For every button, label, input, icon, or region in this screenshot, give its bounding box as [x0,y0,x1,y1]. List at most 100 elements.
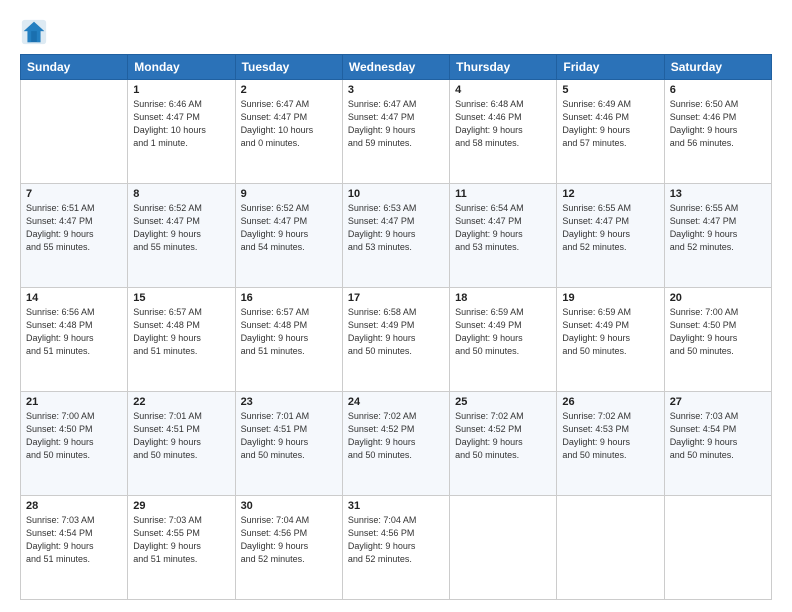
calendar-cell: 22 Sunrise: 7:01 AMSunset: 4:51 PMDayligh… [128,392,235,496]
day-info: Sunrise: 7:02 AMSunset: 4:52 PMDaylight:… [455,410,551,462]
day-info: Sunrise: 6:59 AMSunset: 4:49 PMDaylight:… [562,306,658,358]
day-number: 31 [348,500,444,512]
calendar-cell: 17Sunrise: 6:58 AMSunset: 4:49 PMDayligh… [342,288,449,392]
calendar-table: SundayMondayTuesdayWednesdayThursdayFrid… [20,54,772,600]
weekday-header-saturday: Saturday [664,55,771,80]
weekday-header-thursday: Thursday [450,55,557,80]
calendar-cell: 9Sunrise: 6:52 AMSunset: 4:47 PMDaylight… [235,184,342,288]
day-info: Sunrise: 6:59 AMSunset: 4:49 PMDaylight:… [455,306,551,358]
day-info: Sunrise: 6:57 AMSunset: 4:48 PMDaylight:… [241,306,337,358]
day-info: Sunrise: 6:52 AMSunset: 4:47 PMDaylight:… [133,202,229,254]
day-number: 6 [670,84,766,96]
day-number: 18 [455,292,551,304]
day-info: Sunrise: 6:56 AMSunset: 4:48 PMDaylight:… [26,306,122,358]
calendar-cell: 23Sunrise: 7:01 AMSunset: 4:51 PMDayligh… [235,392,342,496]
calendar-cell: 11 Sunrise: 6:54 AMSunset: 4:47 PMDayligh… [450,184,557,288]
weekday-header-tuesday: Tuesday [235,55,342,80]
calendar-cell [21,80,128,184]
day-number: 25 [455,396,551,408]
day-number: 10 [348,188,444,200]
calendar-cell: 29Sunrise: 7:03 AMSunset: 4:55 PMDayligh… [128,496,235,600]
week-row-4: 21 Sunrise: 7:00 AMSunset: 4:50 PMDayligh… [21,392,772,496]
day-info: Sunrise: 7:00 AMSunset: 4:50 PMDaylight:… [670,306,766,358]
calendar-cell: 30 Sunrise: 7:04 AMSunset: 4:56 PMDayligh… [235,496,342,600]
calendar-cell: 19 Sunrise: 6:59 AMSunset: 4:49 PMDayligh… [557,288,664,392]
calendar-cell: 3 Sunrise: 6:47 AMSunset: 4:47 PMDaylight… [342,80,449,184]
calendar-cell [557,496,664,600]
calendar-cell: 16 Sunrise: 6:57 AMSunset: 4:48 PMDayligh… [235,288,342,392]
calendar-cell: 8 Sunrise: 6:52 AMSunset: 4:47 PMDaylight… [128,184,235,288]
day-number: 1 [133,84,229,96]
day-number: 30 [241,500,337,512]
header [20,18,772,46]
calendar-cell: 5 Sunrise: 6:49 AMSunset: 4:46 PMDaylight… [557,80,664,184]
weekday-header-sunday: Sunday [21,55,128,80]
day-info: Sunrise: 6:48 AMSunset: 4:46 PMDaylight:… [455,98,551,150]
calendar-cell: 25 Sunrise: 7:02 AMSunset: 4:52 PMDayligh… [450,392,557,496]
day-number: 26 [562,396,658,408]
day-number: 21 [26,396,122,408]
day-number: 22 [133,396,229,408]
day-info: Sunrise: 6:55 AMSunset: 4:47 PMDaylight:… [670,202,766,254]
day-info: Sunrise: 7:03 AMSunset: 4:54 PMDaylight:… [26,514,122,566]
day-info: Sunrise: 6:49 AMSunset: 4:46 PMDaylight:… [562,98,658,150]
week-row-5: 28 Sunrise: 7:03 AMSunset: 4:54 PMDayligh… [21,496,772,600]
day-number: 12 [562,188,658,200]
day-info: Sunrise: 7:00 AMSunset: 4:50 PMDaylight:… [26,410,122,462]
weekday-header-wednesday: Wednesday [342,55,449,80]
day-number: 13 [670,188,766,200]
day-info: Sunrise: 7:04 AMSunset: 4:56 PMDaylight:… [241,514,337,566]
weekday-header-monday: Monday [128,55,235,80]
calendar-cell [450,496,557,600]
day-number: 17 [348,292,444,304]
week-row-3: 14 Sunrise: 6:56 AMSunset: 4:48 PMDayligh… [21,288,772,392]
calendar-cell: 4 Sunrise: 6:48 AMSunset: 4:46 PMDaylight… [450,80,557,184]
calendar-cell: 24 Sunrise: 7:02 AMSunset: 4:52 PMDayligh… [342,392,449,496]
day-info: Sunrise: 6:47 AMSunset: 4:47 PMDaylight:… [348,98,444,150]
day-number: 27 [670,396,766,408]
day-number: 7 [26,188,122,200]
calendar-cell: 27 Sunrise: 7:03 AMSunset: 4:54 PMDayligh… [664,392,771,496]
day-number: 16 [241,292,337,304]
day-number: 14 [26,292,122,304]
day-number: 8 [133,188,229,200]
day-info: Sunrise: 7:02 AMSunset: 4:53 PMDaylight:… [562,410,658,462]
day-info: Sunrise: 7:01 AMSunset: 4:51 PMDaylight:… [133,410,229,462]
day-number: 15 [133,292,229,304]
week-row-2: 7 Sunrise: 6:51 AMSunset: 4:47 PMDaylight… [21,184,772,288]
calendar-cell: 1 Sunrise: 6:46 AMSunset: 4:47 PMDaylight… [128,80,235,184]
day-info: Sunrise: 7:03 AMSunset: 4:55 PMDaylight:… [133,514,229,566]
weekday-header-row: SundayMondayTuesdayWednesdayThursdayFrid… [21,55,772,80]
calendar-cell: 15 Sunrise: 6:57 AMSunset: 4:48 PMDayligh… [128,288,235,392]
day-info: Sunrise: 7:04 AMSunset: 4:56 PMDaylight:… [348,514,444,566]
calendar-cell: 13 Sunrise: 6:55 AMSunset: 4:47 PMDayligh… [664,184,771,288]
day-info: Sunrise: 7:03 AMSunset: 4:54 PMDaylight:… [670,410,766,462]
day-number: 5 [562,84,658,96]
day-info: Sunrise: 7:01 AMSunset: 4:51 PMDaylight:… [241,410,337,462]
day-info: Sunrise: 7:02 AMSunset: 4:52 PMDaylight:… [348,410,444,462]
day-number: 28 [26,500,122,512]
day-number: 3 [348,84,444,96]
calendar-cell: 6Sunrise: 6:50 AMSunset: 4:46 PMDaylight… [664,80,771,184]
page: SundayMondayTuesdayWednesdayThursdayFrid… [0,0,792,612]
day-number: 11 [455,188,551,200]
day-info: Sunrise: 6:54 AMSunset: 4:47 PMDaylight:… [455,202,551,254]
day-number: 19 [562,292,658,304]
calendar-cell: 18 Sunrise: 6:59 AMSunset: 4:49 PMDayligh… [450,288,557,392]
day-number: 4 [455,84,551,96]
week-row-1: 1 Sunrise: 6:46 AMSunset: 4:47 PMDaylight… [21,80,772,184]
calendar-cell: 2Sunrise: 6:47 AMSunset: 4:47 PMDaylight… [235,80,342,184]
day-number: 24 [348,396,444,408]
day-info: Sunrise: 6:46 AMSunset: 4:47 PMDaylight:… [133,98,229,150]
day-number: 20 [670,292,766,304]
calendar-cell: 7 Sunrise: 6:51 AMSunset: 4:47 PMDaylight… [21,184,128,288]
logo-icon [20,18,48,46]
weekday-header-friday: Friday [557,55,664,80]
day-info: Sunrise: 6:51 AMSunset: 4:47 PMDaylight:… [26,202,122,254]
day-info: Sunrise: 6:53 AMSunset: 4:47 PMDaylight:… [348,202,444,254]
calendar-cell [664,496,771,600]
day-info: Sunrise: 6:57 AMSunset: 4:48 PMDaylight:… [133,306,229,358]
calendar-cell: 21 Sunrise: 7:00 AMSunset: 4:50 PMDayligh… [21,392,128,496]
day-info: Sunrise: 6:52 AMSunset: 4:47 PMDaylight:… [241,202,337,254]
logo [20,18,52,46]
